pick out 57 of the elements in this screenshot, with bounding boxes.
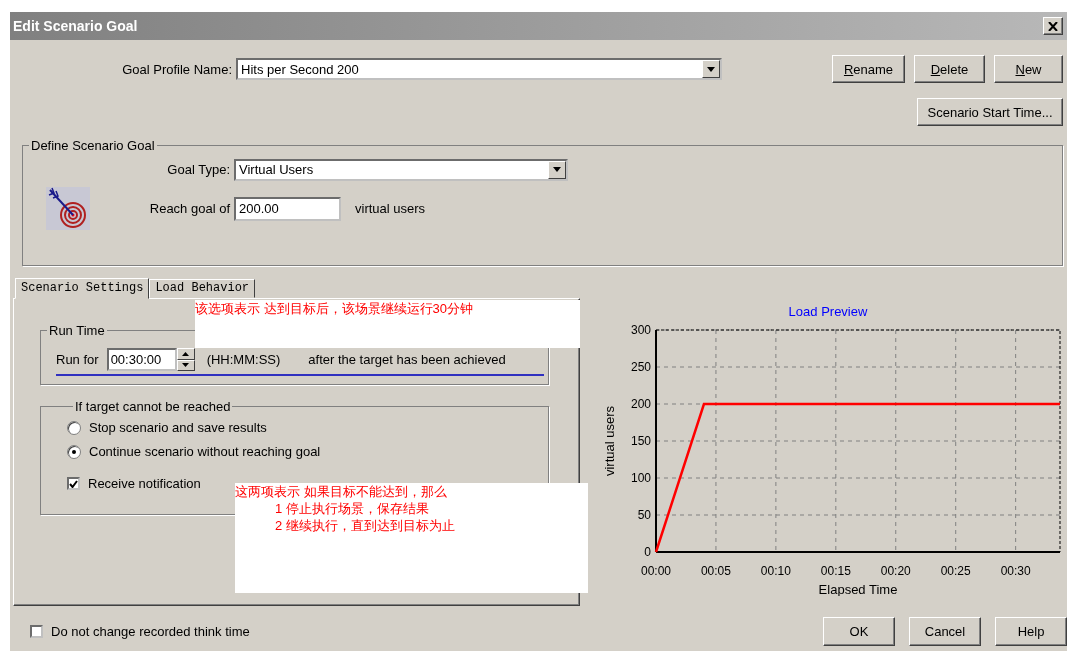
- group-title: Run Time: [48, 323, 106, 338]
- x-tick-label: 00:10: [760, 564, 791, 578]
- profile-button[interactable]: Rename: [832, 55, 905, 83]
- suffix-label: after the target has been achieved: [308, 352, 506, 367]
- x-tick-label: 00:00: [641, 564, 671, 578]
- checkbox-label[interactable]: Do not change recorded think time: [51, 623, 250, 639]
- y-tick-label: 50: [637, 508, 651, 522]
- profile-button[interactable]: New: [994, 55, 1063, 83]
- field-label: Goal Type:: [166, 162, 230, 177]
- field-label: Run for: [56, 352, 99, 367]
- close-button[interactable]: [1043, 17, 1063, 35]
- start-time-button[interactable]: Scenario Start Time...: [917, 98, 1063, 126]
- goal-input[interactable]: 200.00: [234, 196, 341, 221]
- checkbox[interactable]: [30, 624, 43, 638]
- run-time-input[interactable]: 00:30:00: [106, 348, 177, 371]
- tab[interactable]: Scenario Settings: [15, 278, 150, 299]
- close-icon: [1048, 21, 1058, 31]
- option-label[interactable]: Continue scenario without reaching goal: [89, 444, 321, 459]
- x-tick-label: 00:25: [940, 564, 971, 578]
- option-label[interactable]: Stop scenario and save results: [89, 420, 267, 435]
- radio-button[interactable]: [67, 444, 81, 459]
- y-tick-label: 150: [630, 434, 651, 448]
- group-title: Define Scenario Goal: [30, 138, 156, 153]
- unit-label: virtual users: [355, 201, 426, 216]
- x-tick-label: 00:15: [820, 564, 851, 578]
- target-icon: [46, 187, 90, 230]
- y-tick-label: 300: [630, 323, 651, 337]
- dropdown-arrow-icon: [553, 167, 561, 172]
- goal-profile-combo[interactable]: Hits per Second 200: [236, 58, 722, 80]
- y-tick-label: 100: [630, 471, 651, 485]
- field-label: Goal Profile Name:: [121, 61, 232, 77]
- annotation-note: 这两项表示 如果目标不能达到，那么 1 停止执行场景，保存结果 2 继续执行，直到达到目标为止: [235, 483, 588, 593]
- tab[interactable]: Load Behavior: [149, 279, 256, 298]
- annotation-note: 该选项表示 达到目标后，该场景继续运行30分钟: [195, 300, 580, 348]
- dialog-button[interactable]: Help: [995, 616, 1067, 646]
- y-tick-label: 200: [630, 397, 651, 411]
- dialog-button[interactable]: Cancel: [909, 616, 981, 646]
- chart-title: Load Preview: [788, 304, 868, 319]
- field-label: Reach goal of: [148, 201, 230, 216]
- checkbox-label[interactable]: Receive notification: [88, 476, 201, 491]
- spinner[interactable]: [176, 348, 195, 371]
- radio-button[interactable]: [67, 420, 81, 435]
- dialog-button[interactable]: OK: [823, 616, 895, 646]
- x-tick-label: 00:20: [880, 564, 911, 578]
- group-title: If target cannot be reached: [74, 399, 232, 414]
- x-tick-label: 00:30: [1000, 564, 1031, 578]
- window-title: Edit Scenario Goal: [13, 18, 138, 34]
- goal-type-combo[interactable]: Virtual Users: [234, 158, 568, 181]
- checkbox[interactable]: [67, 477, 80, 490]
- y-tick-label: 0: [644, 545, 651, 559]
- dropdown-arrow-icon: [707, 66, 715, 72]
- profile-button[interactable]: Delete: [914, 55, 985, 83]
- format-hint: (HH:MM:SS): [206, 352, 281, 367]
- x-tick-label: 00:05: [700, 564, 731, 578]
- y-axis-title: virtual users: [602, 405, 617, 477]
- x-axis-title: Elapsed Time: [818, 582, 898, 596]
- y-tick-label: 250: [630, 360, 651, 374]
